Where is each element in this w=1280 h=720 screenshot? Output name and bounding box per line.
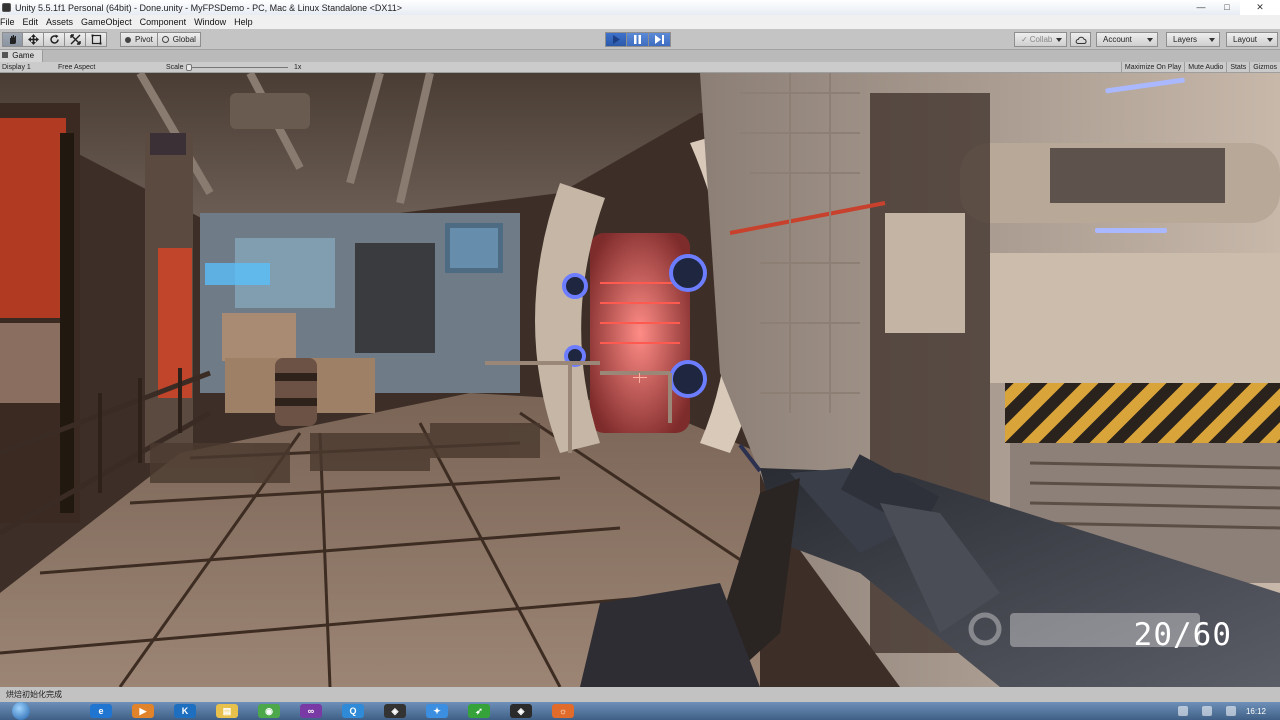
- play-icon: [612, 35, 620, 44]
- green-app-icon[interactable]: ◉: [258, 704, 280, 718]
- stats-toggle[interactable]: Stats: [1226, 62, 1249, 73]
- scale-label: Scale: [166, 64, 184, 71]
- hand-tool-button[interactable]: [2, 32, 23, 47]
- scale-value: 1x: [294, 64, 302, 71]
- scale-tool-button[interactable]: [65, 32, 86, 47]
- menu-component[interactable]: Component: [136, 17, 191, 27]
- menu-window[interactable]: Window: [190, 17, 230, 27]
- gizmos-toggle[interactable]: Gizmos: [1249, 62, 1280, 73]
- game-view-options: Maximize On Play Mute Audio Stats Gizmos: [1120, 62, 1280, 73]
- aspect-dropdown[interactable]: Free Aspect: [58, 63, 95, 72]
- volume-icon[interactable]: [1201, 706, 1212, 716]
- firefox-icon[interactable]: ☼: [552, 704, 574, 718]
- menu-gameobject[interactable]: GameObject: [77, 17, 136, 27]
- globe-icon: [161, 36, 169, 43]
- ammo-counter: 20/60: [1133, 617, 1232, 653]
- scale-slider-track[interactable]: [188, 67, 288, 68]
- maximize-button[interactable]: □: [1214, 0, 1240, 15]
- close-button[interactable]: ✕: [1240, 0, 1280, 15]
- media-player-icon[interactable]: ▶: [132, 704, 154, 718]
- cloud-group: [1070, 32, 1091, 47]
- step-icon: [654, 35, 664, 44]
- unity-icon[interactable]: ◈: [384, 704, 406, 718]
- taskbar-apps: e ▶ K ▤ ◉ ∞ Q ◈ ✦ ➶ ◈ ☼: [30, 704, 574, 718]
- rotate-tool-button[interactable]: [44, 32, 65, 47]
- move-icon: [27, 34, 39, 45]
- maximize-on-play-toggle[interactable]: Maximize On Play: [1120, 62, 1184, 73]
- green-arrow-icon[interactable]: ➶: [468, 704, 490, 718]
- collab-dropdown[interactable]: ✓ Collab: [1014, 32, 1068, 47]
- unity-icon-2[interactable]: ◈: [510, 704, 532, 718]
- account-group: Account: [1096, 32, 1158, 47]
- rect-tool-icon: [91, 34, 101, 45]
- check-icon: ✓: [1021, 35, 1028, 44]
- clock[interactable]: 16:12: [1246, 707, 1266, 716]
- window-controls: — □ ✕: [1188, 0, 1280, 15]
- account-dropdown[interactable]: Account: [1096, 32, 1158, 47]
- mute-audio-toggle[interactable]: Mute Audio: [1184, 62, 1226, 73]
- cloud-icon: [1075, 36, 1087, 44]
- scale-icon: [69, 34, 81, 45]
- crosshair: [633, 373, 647, 383]
- unity-editor-window: Unity 5.5.1f1 Personal (64bit) - Done.un…: [0, 0, 1280, 720]
- visual-studio-icon[interactable]: ∞: [300, 704, 322, 718]
- play-controls: [605, 32, 671, 47]
- status-bar: 烘焙初始化完成: [0, 687, 1280, 702]
- handle-toggles: Pivot Global: [120, 32, 201, 47]
- start-button[interactable]: [12, 702, 30, 720]
- windows-taskbar: e ▶ K ▤ ◉ ∞ Q ◈ ✦ ➶ ◈ ☼ 16:12: [0, 702, 1280, 720]
- global-toggle[interactable]: Global: [157, 32, 201, 47]
- ie-icon[interactable]: e: [90, 704, 112, 718]
- display-dropdown[interactable]: Display 1: [2, 63, 31, 72]
- game-viewport[interactable]: 20/60: [0, 73, 1280, 687]
- pause-icon: [634, 35, 641, 44]
- title-bar: Unity 5.5.1f1 Personal (64bit) - Done.un…: [0, 0, 1280, 15]
- cloud-button[interactable]: [1070, 32, 1091, 47]
- pause-button[interactable]: [627, 32, 649, 47]
- rect-tool-button[interactable]: [86, 32, 107, 47]
- layout-dropdown[interactable]: Layout: [1226, 32, 1278, 47]
- menu-edit[interactable]: Edit: [19, 17, 43, 27]
- blue-app-icon[interactable]: ✦: [426, 704, 448, 718]
- layers-group: Layers: [1166, 32, 1220, 47]
- layout-group: Layout: [1226, 32, 1278, 47]
- window-title: Unity 5.5.1f1 Personal (64bit) - Done.un…: [15, 2, 403, 13]
- layers-dropdown[interactable]: Layers: [1166, 32, 1220, 47]
- transform-tools: [2, 32, 107, 47]
- hand-icon: [10, 35, 16, 44]
- k-app-icon[interactable]: K: [174, 704, 196, 718]
- game-icon: [2, 52, 8, 58]
- main-toolbar: Pivot Global ✓ Collab Account Layers Lay…: [0, 29, 1280, 50]
- pivot-toggle[interactable]: Pivot: [120, 32, 158, 47]
- menu-file[interactable]: File: [0, 17, 19, 27]
- minimize-button[interactable]: —: [1188, 0, 1214, 15]
- game-view-toolbar: Display 1 Free Aspect Scale 1x Maximize …: [0, 62, 1280, 73]
- play-button[interactable]: [605, 32, 627, 47]
- tab-game[interactable]: Game: [0, 50, 44, 62]
- step-button[interactable]: [649, 32, 671, 47]
- game-tab-bar: Game: [0, 50, 1280, 62]
- qq-icon[interactable]: Q: [342, 704, 364, 718]
- network-icon[interactable]: [1177, 706, 1188, 716]
- scale-slider-handle[interactable]: [186, 64, 192, 71]
- collab-group: ✓ Collab: [1014, 32, 1068, 47]
- menu-help[interactable]: Help: [230, 17, 257, 27]
- menu-assets[interactable]: Assets: [42, 17, 77, 27]
- folder-icon[interactable]: ▤: [216, 704, 238, 718]
- unity-logo-icon: [2, 3, 11, 12]
- language-icon[interactable]: [1225, 706, 1236, 716]
- menu-bar: File Edit Assets GameObject Component Wi…: [0, 15, 1280, 29]
- system-tray: 16:12: [1164, 702, 1280, 720]
- rotate-icon: [49, 34, 59, 44]
- move-tool-button[interactable]: [23, 32, 44, 47]
